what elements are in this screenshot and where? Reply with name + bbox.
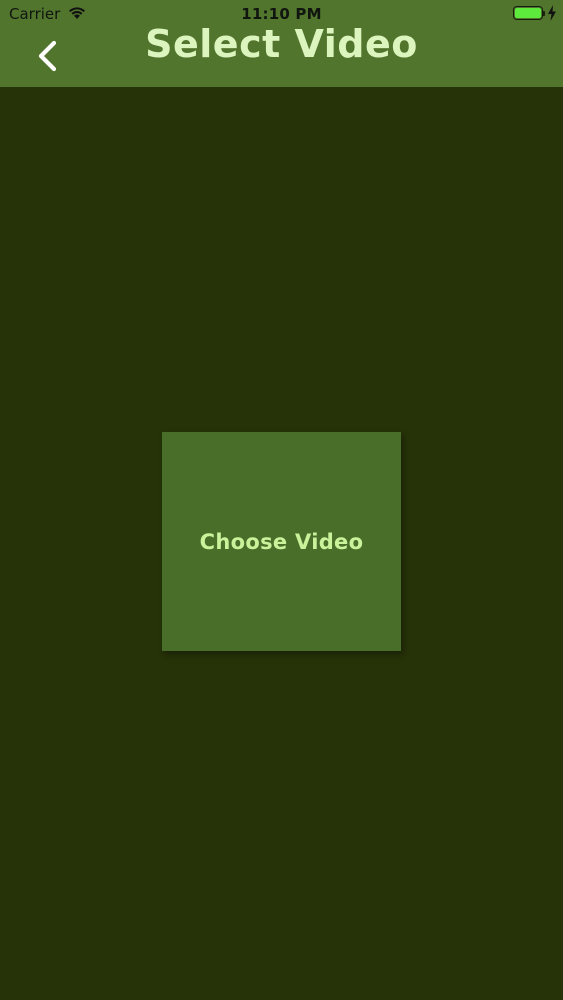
battery-level [515,8,541,18]
choose-video-label: Choose Video [199,529,364,554]
page-title: Select Video [145,22,418,66]
battery-cap [543,11,545,16]
navigation-bar: Carrier 11:10 PM Select Video [0,0,563,87]
status-time: 11:10 PM [241,5,322,23]
choose-video-button[interactable]: Choose Video [162,432,401,651]
battery-icon [513,6,545,20]
charging-bolt-icon [547,5,557,21]
